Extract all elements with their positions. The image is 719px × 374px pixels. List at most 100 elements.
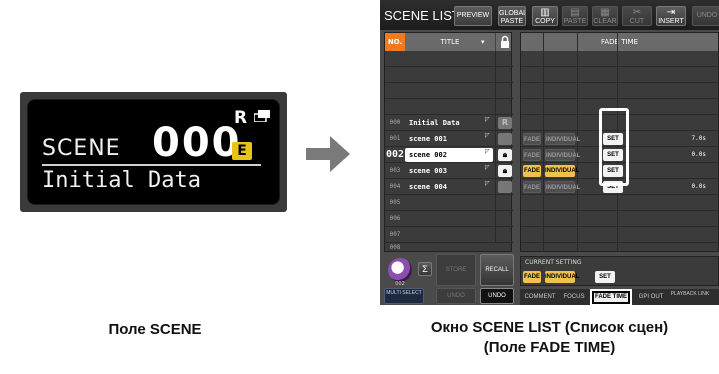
tab-playback-link[interactable]: PLAYBACK LINK	[670, 291, 710, 304]
lock-cell[interactable]: 🔒︎	[495, 163, 513, 179]
tab-focus[interactable]: FOCUS	[560, 291, 588, 304]
table-row	[385, 99, 513, 115]
fade-row	[521, 51, 719, 67]
store-button[interactable]: STORE	[436, 254, 476, 286]
lock-cell	[495, 51, 513, 67]
toolbar-undo-button[interactable]: UNDO	[692, 6, 719, 26]
scene-table: NO. TITLE ▾ 000 Initial Data ◸ R 001 sce…	[384, 32, 513, 253]
fade-toggle[interactable]: FADE	[523, 149, 541, 161]
copy-button[interactable]: ▥ COPY	[532, 6, 558, 26]
comment-flag-icon: ◸	[485, 164, 490, 171]
chevron-down-icon[interactable]: ▾	[481, 33, 485, 51]
scene-title[interactable]: Initial Data	[405, 116, 493, 130]
sigma-button[interactable]: Σ	[418, 262, 432, 276]
individual-toggle[interactable]: INDIVIDUAL	[545, 133, 580, 145]
scissors-icon: ✂	[632, 7, 642, 18]
fade-time-value[interactable]: 0.0s	[692, 179, 706, 195]
read-only-badge: R	[234, 108, 248, 128]
scene-title[interactable]: scene 003	[405, 164, 493, 178]
fade-toggle[interactable]: FADE	[523, 165, 541, 177]
unlock-toggle[interactable]	[498, 181, 512, 193]
comment-flag-icon: ◸	[485, 180, 490, 187]
lock-cell[interactable]: R	[495, 115, 513, 131]
scene-select-knob[interactable]	[388, 258, 412, 282]
table-row[interactable]: 003 scene 003 ◸ 🔒︎	[385, 163, 513, 179]
global-paste-button[interactable]: GLOBAL PASTE	[498, 6, 526, 26]
scene-title[interactable]: scene 002	[405, 148, 493, 162]
scene-list-window: SCENE LIST PREVIEW GLOBAL PASTE ▥ COPY ▤ P…	[380, 0, 719, 305]
lock-cell	[495, 227, 513, 243]
unlock-toggle[interactable]	[498, 133, 512, 145]
lock-cell	[495, 211, 513, 227]
caption-scene-field: Поле SCENE	[108, 321, 202, 338]
fade-row	[521, 211, 719, 227]
clear-button[interactable]: ▦ CLEAR	[592, 6, 618, 26]
lock-icon[interactable]: 🔒︎	[498, 165, 512, 177]
current-set-button[interactable]: SET	[595, 271, 615, 283]
fade-row	[521, 227, 719, 243]
lock-cell	[495, 99, 513, 115]
set-column-highlight	[599, 108, 629, 186]
column-header-lock[interactable]	[495, 33, 513, 51]
tab-gpi-out[interactable]: GPI OUT	[634, 291, 668, 304]
scene-no: 003	[389, 167, 401, 174]
fade-time-value[interactable]: 0.0s	[692, 147, 706, 163]
fade-toggle[interactable]: FADE	[523, 181, 541, 193]
tab-comment[interactable]: COMMENT	[522, 291, 558, 304]
table-row[interactable]: 001 scene 001 ◸	[385, 131, 513, 147]
title-bar: SCENE LIST PREVIEW GLOBAL PASTE ▥ COPY ▤ P…	[380, 0, 719, 30]
individual-toggle[interactable]: INDIVIDUAL	[545, 181, 580, 193]
paste-button[interactable]: ▤ PASTE	[562, 6, 588, 26]
arrow-right-icon	[306, 136, 350, 172]
lock-cell[interactable]	[495, 131, 513, 147]
undo-button-dim[interactable]: UNDO	[436, 288, 476, 304]
clear-icon: ▦	[600, 7, 610, 18]
scene-display[interactable]: SCENE 000 R E Initial Data	[27, 99, 280, 205]
scene-no: 005	[389, 199, 401, 206]
tab-fade-time[interactable]: FADE TIME	[590, 289, 632, 305]
lock-cell	[495, 195, 513, 211]
window-icon	[254, 110, 270, 122]
fade-row	[521, 83, 719, 99]
table-row	[385, 67, 513, 83]
table-row-current[interactable]: 002 scene 002 ◸ 🔒︎	[385, 147, 513, 163]
table-row[interactable]: 005	[385, 195, 513, 211]
table-row[interactable]: 004 scene 004 ◸	[385, 179, 513, 195]
scene-no: 000	[389, 119, 401, 126]
read-only-badge: R	[498, 117, 512, 129]
recall-button[interactable]: RECALL	[480, 254, 514, 286]
scene-field[interactable]: SCENE 000 R E Initial Data	[20, 92, 287, 212]
lock-cell[interactable]: 🔒︎	[495, 147, 513, 163]
table-row[interactable]: 000 Initial Data ◸ R	[385, 115, 513, 131]
scene-title[interactable]: scene 004	[405, 180, 493, 194]
table-row[interactable]: 007	[385, 227, 513, 243]
lock-cell[interactable]	[495, 179, 513, 195]
insert-button[interactable]: ⇥ INSERT	[656, 6, 686, 26]
individual-toggle[interactable]: INDIVIDUAL	[545, 165, 579, 177]
table-row[interactable]: 008	[385, 243, 513, 253]
scene-no: 004	[389, 183, 401, 190]
scene-number: 000	[152, 120, 242, 166]
column-header-no[interactable]: NO.	[385, 33, 405, 51]
comment-flag-icon: ◸	[485, 116, 490, 123]
table-row[interactable]: 006	[385, 211, 513, 227]
caption-line-1: Окно SCENE LIST (Список сцен)	[430, 319, 669, 336]
individual-toggle[interactable]: INDIVIDUAL	[545, 149, 580, 161]
lock-icon[interactable]: 🔒︎	[498, 149, 512, 161]
lock-icon	[501, 35, 509, 48]
multi-select-button[interactable]: MULTI SELECT	[384, 288, 424, 304]
scene-title[interactable]: scene 001	[405, 132, 493, 146]
current-setting: CURRENT SETTING FADE INDIVIDUAL SET	[520, 256, 719, 286]
current-individual-toggle[interactable]: INDIVIDUAL	[545, 271, 579, 283]
fade-toggle[interactable]: FADE	[523, 133, 541, 145]
undo-button[interactable]: UNDO	[480, 288, 514, 304]
fade-time-value[interactable]: 7.0s	[692, 131, 706, 147]
window-title: SCENE LIST	[384, 8, 460, 23]
current-fade-toggle[interactable]: FADE	[523, 271, 541, 283]
table-header: NO. TITLE ▾	[385, 33, 511, 51]
caption-line-2: (Поле FADE TIME)	[483, 339, 616, 356]
knob-value: 002	[395, 281, 405, 287]
tab-bar: COMMENT FOCUS FADE TIME GPI OUT PLAYBACK…	[520, 289, 719, 305]
cut-button[interactable]: ✂ CUT	[622, 6, 652, 26]
preview-button[interactable]: PREVIEW	[454, 6, 492, 26]
